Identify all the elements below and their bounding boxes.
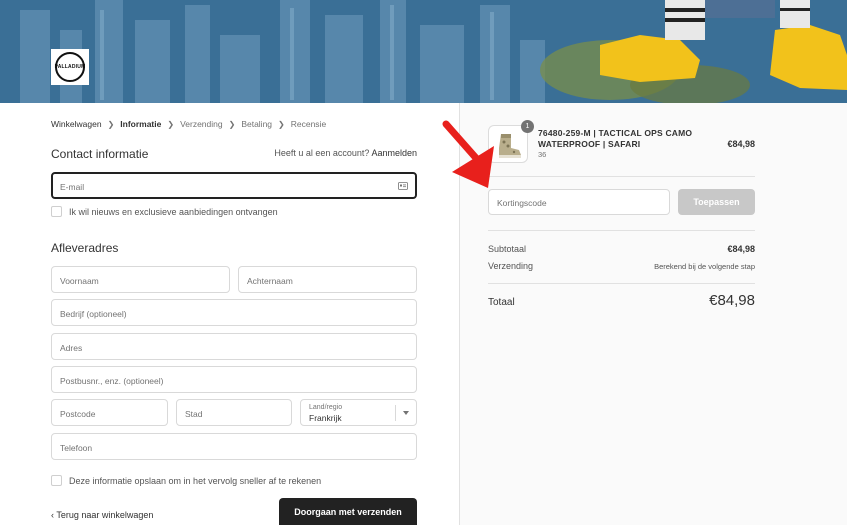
quantity-badge: 1: [521, 120, 534, 133]
email-field[interactable]: E-mail: [51, 172, 417, 199]
total-label: Totaal: [488, 297, 515, 308]
chevron-down-icon: [403, 411, 409, 415]
account-prompt: Heeft u al een account? Aanmelden: [274, 148, 417, 158]
address-placeholder: Adres: [60, 343, 83, 353]
shipping-label: Verzending: [488, 261, 534, 271]
subtotal-label: Subtotaal: [488, 244, 527, 254]
login-link[interactable]: Aanmelden: [371, 148, 417, 158]
country-value: Frankrijk: [309, 413, 342, 423]
country-label: Land/regio: [309, 404, 343, 411]
account-prompt-text: Heeft u al een account?: [274, 148, 370, 158]
breadcrumb-information: Informatie: [120, 119, 162, 129]
last-name-placeholder: Achternaam: [247, 276, 293, 286]
breadcrumb-payment: Betaling: [241, 119, 273, 129]
breadcrumb: Winkelwagen ❯ Informatie ❯ Verzending ❯ …: [51, 119, 326, 129]
newsletter-checkbox[interactable]: [51, 206, 62, 217]
continue-shipping-button[interactable]: Doorgaan met verzenden: [279, 498, 417, 525]
breadcrumb-shipping: Verzending: [180, 119, 223, 129]
city-field[interactable]: Stad: [176, 399, 292, 426]
save-info-label: Deze informatie opslaan om in het vervol…: [69, 475, 322, 486]
postcode-field[interactable]: Postcode: [51, 399, 168, 426]
order-summary-panel: [459, 103, 847, 525]
contact-card-icon: [398, 182, 408, 190]
total-value: €84,98: [709, 292, 755, 309]
phone-placeholder: Telefoon: [60, 443, 93, 453]
product-name: 76480-259-M | TACTICAL OPS CAMO WATERPRO…: [538, 128, 693, 149]
email-placeholder: E-mail: [60, 182, 85, 192]
address2-placeholder: Postbusnr., enz. (optioneel): [60, 376, 164, 386]
city-placeholder: Stad: [185, 409, 203, 419]
product-price: €84,98: [727, 139, 755, 149]
newsletter-option[interactable]: Ik wil nieuws en exclusieve aanbiedingen…: [51, 206, 278, 217]
breadcrumb-review: Recensie: [290, 119, 327, 129]
product-variant: 36: [538, 150, 547, 159]
apply-discount-button[interactable]: Toepassen: [678, 189, 755, 215]
select-divider: [395, 405, 396, 421]
last-name-field[interactable]: Achternaam: [238, 266, 417, 293]
divider: [488, 176, 755, 177]
discount-code-field[interactable]: Kortingscode: [488, 189, 670, 215]
save-info-option[interactable]: Deze informatie opslaan om in het vervol…: [51, 475, 321, 486]
logo-text: PALLADIUM: [54, 64, 86, 70]
first-name-field[interactable]: Voornaam: [51, 266, 230, 293]
shipping-address-title: Afleveradres: [51, 241, 119, 255]
subtotal-value: €84,98: [727, 244, 755, 254]
chevron-right-icon: ❯: [278, 119, 285, 129]
country-select[interactable]: Land/regio Frankrijk: [300, 399, 417, 426]
back-to-cart-link[interactable]: ‹ Terug naar winkelwagen: [51, 510, 153, 520]
company-field[interactable]: Bedrijf (optioneel): [51, 299, 417, 326]
chevron-right-icon: ❯: [107, 119, 115, 129]
divider: [488, 283, 755, 284]
header-banner: PALLADIUM: [0, 0, 847, 103]
newsletter-label: Ik wil nieuws en exclusieve aanbiedingen…: [69, 206, 278, 217]
discount-placeholder: Kortingscode: [497, 198, 547, 208]
brand-logo[interactable]: PALLADIUM: [51, 49, 89, 85]
address-field[interactable]: Adres: [51, 333, 417, 360]
back-to-cart-label: Terug naar winkelwagen: [56, 510, 154, 520]
contact-title: Contact informatie: [51, 147, 149, 161]
postcode-placeholder: Postcode: [60, 409, 96, 419]
annotation-arrow-icon: [442, 120, 494, 188]
banner-image: [0, 0, 847, 103]
chevron-left-icon: ‹: [51, 510, 54, 520]
save-info-checkbox[interactable]: [51, 475, 62, 486]
chevron-right-icon: ❯: [228, 119, 236, 129]
address2-field[interactable]: Postbusnr., enz. (optioneel): [51, 366, 417, 393]
breadcrumb-cart[interactable]: Winkelwagen: [51, 119, 102, 129]
shipping-value: Berekend bij de volgende stap: [654, 262, 755, 271]
company-placeholder: Bedrijf (optioneel): [60, 309, 127, 319]
chevron-right-icon: ❯: [167, 119, 175, 129]
divider: [488, 230, 755, 231]
first-name-placeholder: Voornaam: [60, 276, 99, 286]
logo-emblem: PALLADIUM: [55, 52, 85, 82]
phone-field[interactable]: Telefoon: [51, 433, 417, 460]
